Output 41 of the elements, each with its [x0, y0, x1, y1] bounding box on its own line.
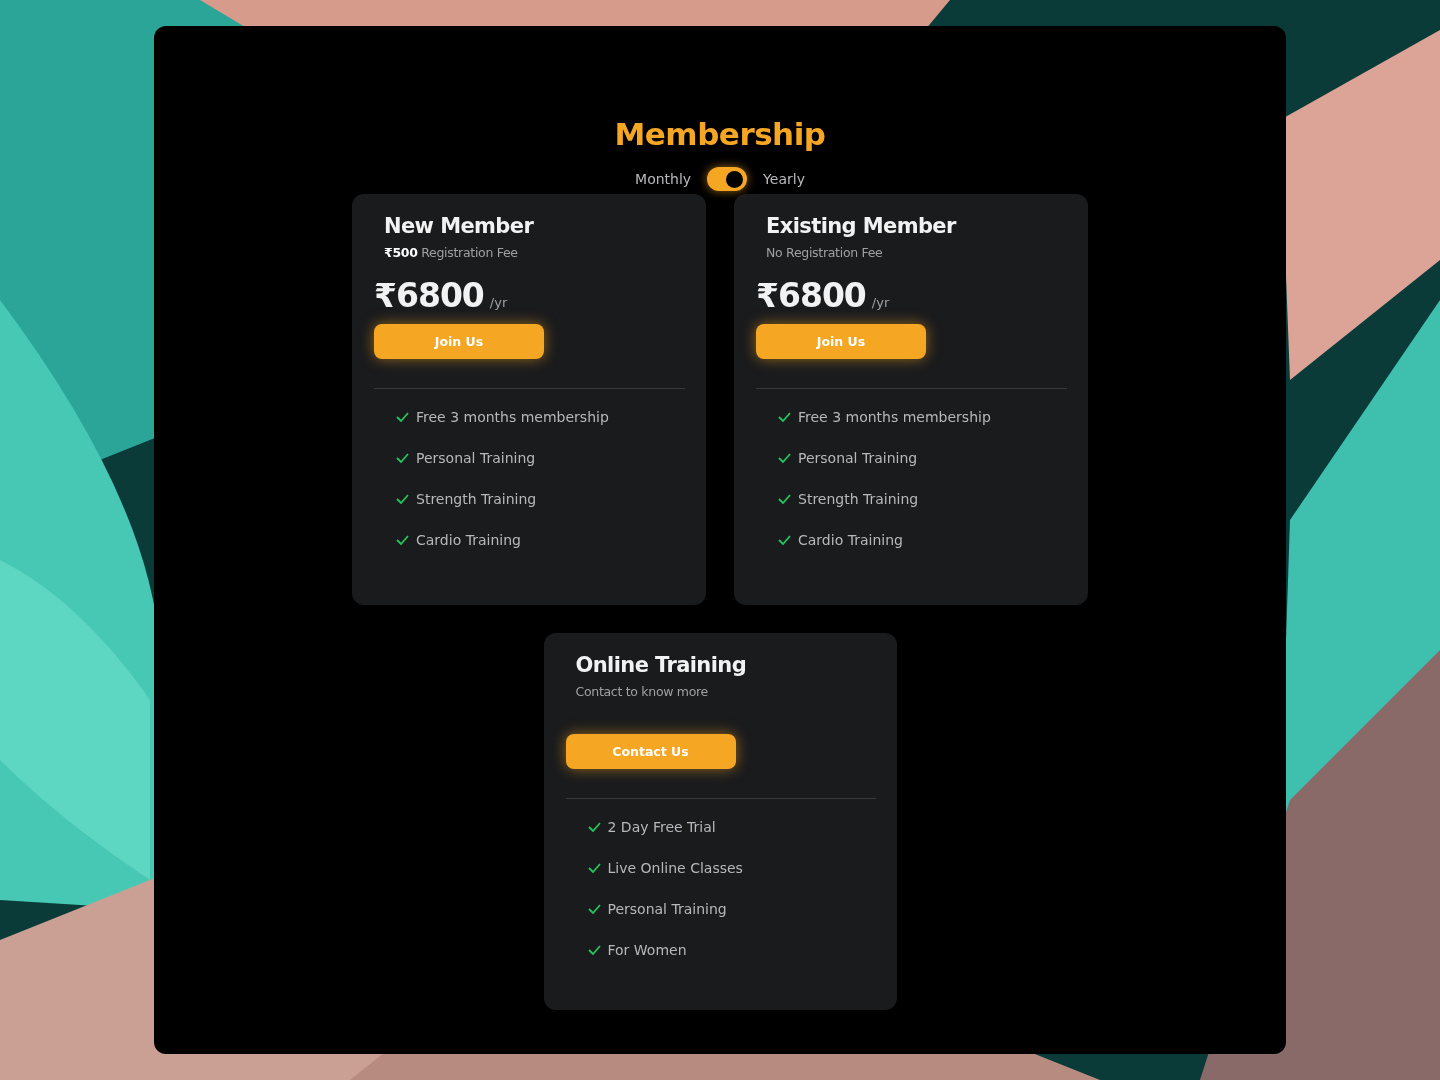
feature-text: Cardio Training [798, 531, 903, 548]
plan-title: New Member [383, 214, 535, 238]
feature-text: Strength Training [798, 490, 919, 507]
billing-toggle[interactable] [707, 167, 748, 191]
check-icon [396, 452, 409, 463]
plan-price: ₹6800 [756, 276, 866, 315]
check-icon [778, 411, 791, 422]
price-period: /yr [871, 295, 890, 310]
plan-subtitle: No Registration Fee [765, 244, 884, 262]
check-icon [587, 821, 601, 832]
plan-subtitle: Contact to know more [574, 683, 709, 701]
plan-price: ₹6800 [374, 276, 484, 315]
feature-text: Live Online Classes [607, 859, 743, 876]
feature-text: For Women [607, 941, 687, 958]
toggle-label: Monthly [635, 171, 692, 187]
feature-text: Cardio Training [416, 531, 521, 548]
plan-button[interactable]: Join Us [374, 324, 544, 359]
plan-title: Existing Member [765, 214, 958, 238]
check-icon [778, 452, 791, 463]
check-icon [587, 944, 601, 955]
check-icon [396, 411, 409, 422]
check-icon [778, 493, 791, 504]
page-title: Membership [614, 115, 826, 154]
plan-subtitle: ₹500 Registration Fee [383, 244, 519, 262]
check-icon [778, 534, 791, 545]
toggle-label: Yearly [763, 171, 805, 187]
feature-text: Free 3 months membership [416, 408, 609, 425]
check-icon [396, 493, 409, 504]
feature-text: Personal Training [607, 900, 727, 917]
plan-button[interactable]: Join Us [756, 324, 926, 359]
feature-text: Strength Training [416, 490, 537, 507]
feature-text: 2 Day Free Trial [607, 818, 716, 835]
feature-text: Personal Training [416, 449, 536, 466]
feature-text: Personal Training [798, 449, 918, 466]
check-icon [396, 534, 409, 545]
price-period: /yr [489, 295, 508, 310]
feature-text: Free 3 months membership [798, 408, 991, 425]
check-icon [587, 903, 601, 914]
plan-button[interactable]: Contact Us [565, 734, 736, 769]
check-icon [587, 862, 601, 873]
plan-title: Online Training [574, 653, 748, 677]
